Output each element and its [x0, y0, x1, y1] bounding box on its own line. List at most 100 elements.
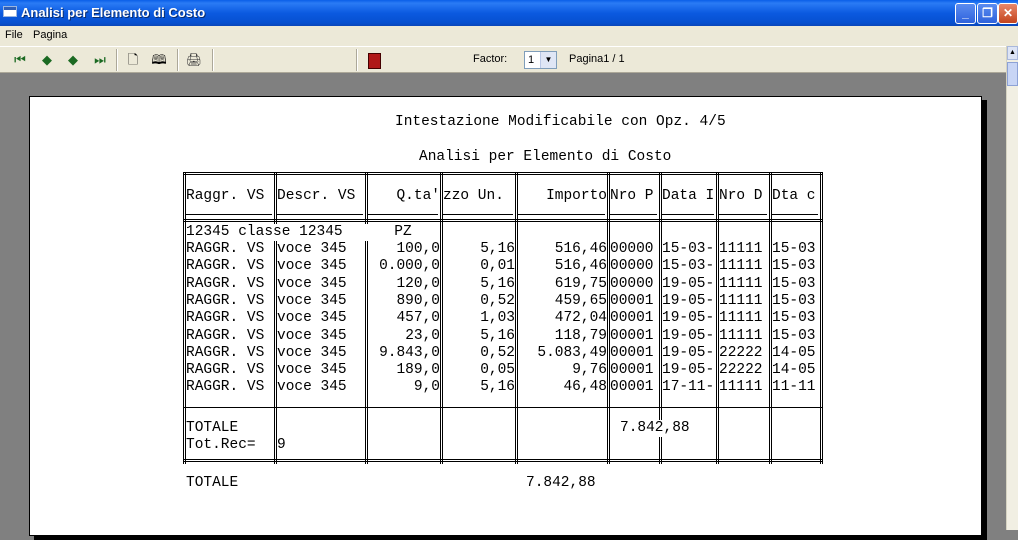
cell-importo: 118,79: [554, 327, 607, 344]
column-underline: [772, 214, 818, 215]
page-indicator: Pagina1 / 1: [569, 53, 625, 65]
column-header: Data I: [662, 188, 715, 204]
column-underline: [610, 214, 657, 215]
column-header: Raggr. VS: [186, 188, 265, 204]
close-button[interactable]: ✕: [998, 3, 1018, 24]
cell-nro-p: 00001: [610, 379, 654, 396]
cell-prezzo: 0,52: [480, 344, 515, 361]
cell-qta: 457,0: [396, 310, 440, 327]
cell-nro-p: 00001: [610, 292, 654, 309]
cell-nro-d: 11111: [719, 310, 763, 327]
report-title: Analisi per Elemento di Costo: [419, 149, 672, 165]
cell-descr: voce 345: [277, 379, 347, 396]
vertical-scrollbar[interactable]: ▲: [1006, 46, 1018, 530]
column-underline: [662, 214, 714, 215]
cell-data: 15-03-: [662, 241, 715, 257]
total-top-rule: [183, 407, 823, 408]
cell-raggr: RAGGR. VS: [186, 275, 265, 292]
chevron-down-icon[interactable]: ▼: [540, 52, 556, 68]
cell-nro-d: 11111: [719, 379, 763, 396]
cell-qta: 9.843,0: [379, 344, 440, 361]
cell-data: 19-05-: [662, 310, 715, 327]
cell-raggr: RAGGR. VS: [186, 292, 265, 309]
cell-prezzo: 5,16: [480, 275, 515, 292]
cell-descr: voce 345: [277, 310, 347, 327]
toolbar-separator: [177, 49, 179, 71]
cell-dta: 15-03: [772, 327, 816, 344]
cell-nro-p: 00001: [610, 362, 654, 379]
cell-dta: 15-03: [772, 241, 816, 257]
column-header: Nro D: [719, 188, 763, 204]
cell-nro-d: 11111: [719, 241, 763, 257]
cell-data: 19-05-: [662, 327, 715, 344]
cell-importo: 5.083,49: [537, 344, 607, 361]
cell-qta: 120,0: [396, 275, 440, 292]
cell-raggr: RAGGR. VS: [186, 310, 265, 327]
cell-data: 19-05-: [662, 344, 715, 361]
column-underline: [368, 214, 438, 215]
column-header: zzo Un.: [443, 188, 504, 204]
total-value: 7.842,88: [620, 420, 700, 437]
book-icon[interactable]: 🕮: [149, 51, 169, 69]
restore-button[interactable]: ❐: [977, 3, 998, 24]
column-header: Dta c: [772, 188, 816, 204]
first-page-icon[interactable]: ⏮: [10, 51, 30, 69]
cell-nro-p: 00001: [610, 327, 654, 344]
cell-dta: 11-11: [772, 379, 816, 396]
cell-raggr: RAGGR. VS: [186, 344, 265, 361]
last-page-icon[interactable]: ⏭: [90, 51, 110, 69]
cell-qta: 189,0: [396, 362, 440, 379]
menu-file[interactable]: File: [5, 29, 23, 41]
exit-icon[interactable]: [364, 51, 384, 69]
print-icon[interactable]: 🖨: [184, 51, 204, 69]
scroll-thumb[interactable]: [1007, 62, 1018, 86]
cell-prezzo: 0,01: [480, 258, 515, 275]
factor-select[interactable]: 1 ▼: [524, 51, 557, 69]
cell-dta: 14-05: [772, 344, 816, 361]
totrec-label: Tot.Rec=: [186, 437, 256, 453]
cell-nro-d: 11111: [719, 327, 763, 344]
group-label: 12345 classe 12345: [186, 224, 386, 241]
cell-dta: 15-03: [772, 258, 816, 275]
cell-data: 19-05-: [662, 362, 715, 379]
next-page-icon[interactable]: ◆: [63, 51, 83, 69]
totrec-value: 9: [277, 437, 286, 453]
cell-descr: voce 345: [277, 258, 347, 275]
cell-qta: 23,0: [405, 327, 440, 344]
menu-pagina[interactable]: Pagina: [33, 29, 67, 41]
cell-data: 19-05-: [662, 275, 715, 292]
cell-prezzo: 5,16: [480, 379, 515, 396]
cell-importo: 516,46: [554, 258, 607, 275]
toolbar-separator: [356, 49, 358, 71]
cell-nro-p: 00000: [610, 241, 654, 257]
cell-dta: 15-03: [772, 310, 816, 327]
cell-qta: 0.000,0: [379, 258, 440, 275]
column-divider: [820, 172, 823, 464]
column-header: Nro P: [610, 188, 654, 204]
cell-prezzo: 5,16: [480, 241, 515, 257]
page-icon[interactable]: 🗋: [123, 51, 143, 69]
report-page: Intestazione Modificabile con Opz. 4/5 A…: [29, 96, 982, 536]
cell-importo: 472,04: [554, 310, 607, 327]
prev-page-icon[interactable]: ◆: [37, 51, 57, 69]
cell-qta: 100,0: [396, 241, 440, 257]
cell-nro-p: 00000: [610, 275, 654, 292]
cell-descr: voce 345: [277, 344, 347, 361]
cell-raggr: RAGGR. VS: [186, 362, 265, 379]
total-label: TOTALE: [186, 420, 239, 436]
scroll-up-icon[interactable]: ▲: [1007, 46, 1018, 60]
report-table: Raggr. VS Descr. VS Q.ta' zzo Un. Import…: [183, 172, 823, 464]
cell-prezzo: 0,05: [480, 362, 515, 379]
column-underline: [277, 214, 363, 215]
cell-raggr: RAGGR. VS: [186, 241, 265, 257]
column-header: Descr. VS: [277, 188, 356, 204]
cell-qta: 9,0: [413, 379, 440, 396]
cell-descr: voce 345: [277, 275, 347, 292]
title-bar: Analisi per Elemento di Costo _ ❐ ✕: [0, 0, 1018, 26]
minimize-button[interactable]: _: [955, 3, 976, 24]
group-unit: PZ: [394, 224, 412, 240]
column-header: Importo: [546, 188, 607, 204]
report-header: Intestazione Modificabile con Opz. 4/5: [395, 114, 726, 130]
cell-data: 17-11-: [662, 379, 715, 396]
cell-importo: 9,76: [572, 362, 607, 379]
